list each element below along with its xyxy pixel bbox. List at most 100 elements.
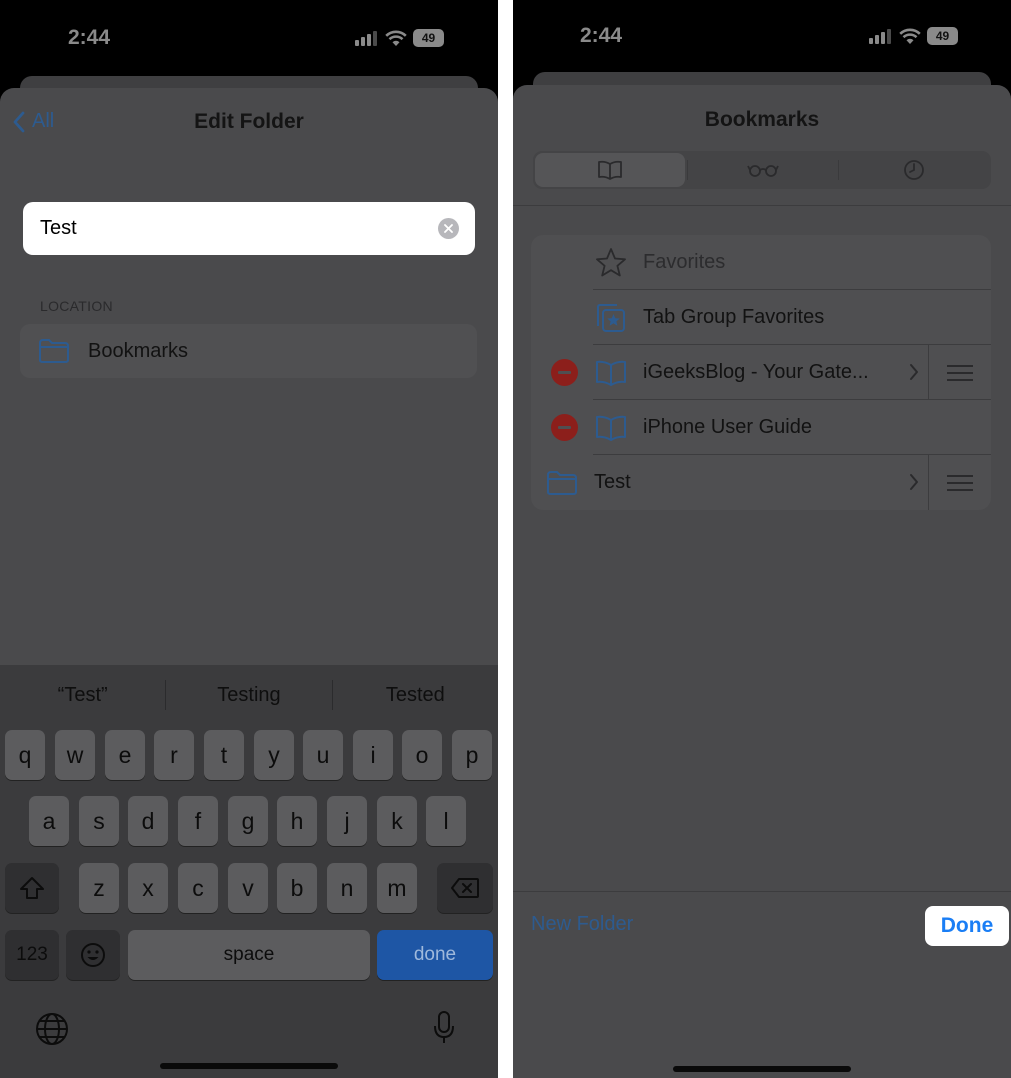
tab-bookmarks[interactable] bbox=[535, 153, 685, 187]
status-time: 2:44 bbox=[68, 26, 111, 49]
space-key[interactable]: space bbox=[128, 930, 370, 980]
key-w[interactable]: w bbox=[55, 730, 95, 780]
status-icons: 49 bbox=[355, 28, 444, 48]
reorder-handle[interactable] bbox=[928, 345, 991, 400]
key-n[interactable]: n bbox=[327, 863, 367, 913]
key-o[interactable]: o bbox=[402, 730, 442, 780]
microphone-icon[interactable] bbox=[432, 1010, 456, 1046]
reorder-handle[interactable] bbox=[928, 455, 991, 510]
folder-icon bbox=[39, 339, 69, 363]
wifi-icon bbox=[899, 28, 921, 44]
key-u[interactable]: u bbox=[303, 730, 343, 780]
key-t[interactable]: t bbox=[204, 730, 244, 780]
key-f[interactable]: f bbox=[178, 796, 218, 846]
keyboard: “Test” Testing Tested q w e r t y u i o … bbox=[0, 665, 498, 1078]
key-k[interactable]: k bbox=[377, 796, 417, 846]
key-a[interactable]: a bbox=[29, 796, 69, 846]
footer-divider bbox=[513, 891, 1011, 892]
bookmark-label: Favorites bbox=[643, 251, 726, 273]
list-item[interactable]: iGeeksBlog - Your Gate... bbox=[531, 345, 991, 400]
location-folder-label: Bookmarks bbox=[88, 339, 189, 362]
key-q[interactable]: q bbox=[5, 730, 45, 780]
emoji-key[interactable] bbox=[66, 930, 120, 980]
book-icon bbox=[596, 360, 626, 386]
key-r[interactable]: r bbox=[154, 730, 194, 780]
key-z[interactable]: z bbox=[79, 863, 119, 913]
bookmarks-screen: 2:44 49 Bookmarks Favorites Tab Group Fa… bbox=[513, 0, 1011, 1078]
delete-button[interactable] bbox=[551, 359, 578, 386]
cellular-signal-icon bbox=[869, 29, 891, 44]
book-icon bbox=[598, 160, 622, 180]
shift-key[interactable] bbox=[5, 863, 59, 913]
key-i[interactable]: i bbox=[353, 730, 393, 780]
suggestion-item[interactable]: Tested bbox=[333, 665, 498, 725]
key-v[interactable]: v bbox=[228, 863, 268, 913]
cellular-signal-icon bbox=[355, 31, 377, 46]
folder-name-value: Test bbox=[40, 217, 77, 239]
minus-icon bbox=[558, 371, 571, 374]
shift-arrow-icon bbox=[20, 877, 44, 899]
tab-history[interactable] bbox=[839, 153, 989, 187]
location-section-label: LOCATION bbox=[40, 298, 113, 314]
key-h[interactable]: h bbox=[277, 796, 317, 846]
key-l[interactable]: l bbox=[426, 796, 466, 846]
home-indicator bbox=[160, 1063, 338, 1069]
key-p[interactable]: p bbox=[452, 730, 492, 780]
wifi-icon bbox=[385, 30, 407, 46]
status-time: 2:44 bbox=[580, 24, 623, 47]
suggestion-bar: “Test” Testing Tested bbox=[0, 665, 498, 725]
new-folder-button[interactable]: New Folder bbox=[531, 913, 633, 936]
key-x[interactable]: x bbox=[128, 863, 168, 913]
location-folder-row[interactable]: Bookmarks bbox=[20, 324, 477, 378]
battery-indicator: 49 bbox=[927, 27, 958, 45]
tab-reading-list[interactable] bbox=[688, 153, 838, 187]
bookmark-label: iGeeksBlog - Your Gate... bbox=[643, 361, 869, 383]
bookmarks-list: Favorites Tab Group Favorites iGeeksBlog… bbox=[531, 235, 991, 510]
done-key[interactable]: done bbox=[377, 930, 493, 980]
key-m[interactable]: m bbox=[377, 863, 417, 913]
status-icons: 49 bbox=[869, 26, 958, 46]
reading-glasses-icon bbox=[747, 165, 779, 177]
suggestion-item[interactable]: “Test” bbox=[0, 665, 165, 725]
home-indicator bbox=[673, 1066, 851, 1072]
suggestion-item[interactable]: Testing bbox=[166, 665, 331, 725]
clear-text-button[interactable] bbox=[438, 218, 459, 239]
bookmarks-segmented-control bbox=[533, 151, 991, 189]
globe-icon[interactable] bbox=[35, 1012, 69, 1046]
key-b[interactable]: b bbox=[277, 863, 317, 913]
list-item[interactable]: Test bbox=[531, 455, 991, 510]
key-j[interactable]: j bbox=[327, 796, 367, 846]
bookmark-label: Test bbox=[594, 471, 631, 493]
key-e[interactable]: e bbox=[105, 730, 145, 780]
book-icon bbox=[596, 415, 626, 441]
list-item[interactable]: Tab Group Favorites bbox=[531, 290, 991, 345]
key-y[interactable]: y bbox=[254, 730, 294, 780]
header-divider bbox=[513, 205, 1011, 206]
list-item[interactable]: iPhone User Guide bbox=[531, 400, 991, 455]
bookmark-label: iPhone User Guide bbox=[643, 416, 812, 438]
key-g[interactable]: g bbox=[228, 796, 268, 846]
key-c[interactable]: c bbox=[178, 863, 218, 913]
numbers-key[interactable]: 123 bbox=[5, 930, 59, 980]
delete-button[interactable] bbox=[551, 414, 578, 441]
folder-icon bbox=[547, 471, 577, 495]
page-title: Edit Folder bbox=[194, 110, 304, 133]
list-item[interactable]: Favorites bbox=[531, 235, 991, 290]
edit-folder-screen: 2:44 49 All Edit Folder Test LOCATION Bo… bbox=[0, 0, 498, 1078]
key-s[interactable]: s bbox=[79, 796, 119, 846]
page-title: Bookmarks bbox=[704, 108, 820, 131]
tab-group-star-icon bbox=[597, 304, 625, 332]
bookmark-label: Tab Group Favorites bbox=[643, 306, 825, 328]
battery-indicator: 49 bbox=[413, 29, 444, 47]
history-clock-icon bbox=[904, 160, 924, 180]
minus-icon bbox=[558, 426, 571, 429]
chevron-right-icon bbox=[910, 474, 918, 490]
folder-name-field[interactable]: Test bbox=[23, 202, 475, 255]
backspace-key[interactable] bbox=[437, 863, 493, 913]
key-d[interactable]: d bbox=[128, 796, 168, 846]
backspace-icon bbox=[451, 878, 479, 898]
chevron-right-icon bbox=[910, 364, 918, 380]
done-button[interactable]: Done bbox=[925, 906, 1009, 946]
close-icon bbox=[444, 224, 453, 233]
star-icon bbox=[596, 248, 626, 277]
